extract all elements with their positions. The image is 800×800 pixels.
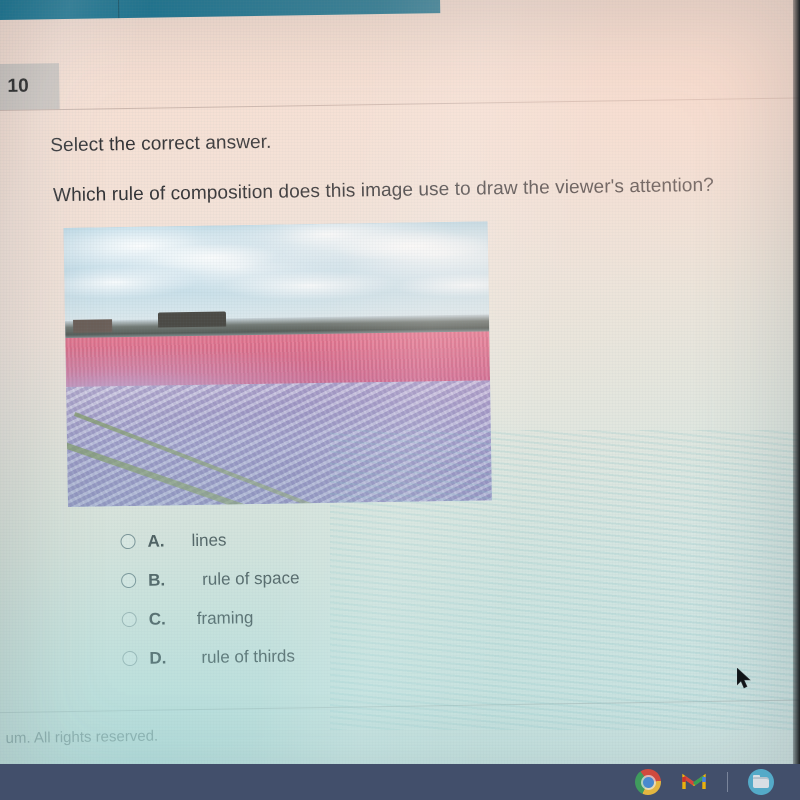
- screen-content-plane: 10 Select the correct answer. Which rule…: [0, 0, 800, 800]
- question-number-badge: 10: [0, 63, 60, 111]
- screenshot-root: 10 Select the correct answer. Which rule…: [0, 0, 800, 800]
- option-b[interactable]: B. rule of space: [121, 558, 300, 600]
- question-text: Which rule of composition does this imag…: [52, 174, 714, 207]
- option-a[interactable]: A. lines: [120, 519, 299, 561]
- gmail-m-glyph: [682, 773, 706, 789]
- question-number: 10: [7, 75, 30, 97]
- radio-button-a[interactable]: [120, 533, 136, 550]
- option-label-a: lines: [191, 530, 227, 550]
- footer-copyright: um. All rights reserved.: [5, 727, 159, 748]
- option-label-b: rule of space: [201, 567, 300, 589]
- band-divider: [0, 97, 800, 112]
- option-letter-b: B.: [147, 569, 166, 590]
- taskbar-separator: [727, 772, 728, 792]
- gmail-icon[interactable]: [681, 769, 707, 795]
- app-top-bar: [0, 0, 441, 21]
- question-number-band: 10: [0, 51, 800, 112]
- footer-divider: [0, 698, 800, 714]
- option-label-c: framing: [196, 607, 254, 628]
- option-label-d: rule of thirds: [201, 645, 296, 667]
- taskbar-icon-group: [635, 764, 774, 800]
- cursor-arrow-icon: [736, 667, 751, 689]
- os-taskbar: [0, 764, 800, 800]
- answer-options: A. lines B. rule of space C. framing D. …: [120, 519, 301, 678]
- chrome-icon[interactable]: [635, 769, 661, 795]
- option-letter-d: D.: [149, 647, 167, 668]
- question-image: [63, 221, 492, 507]
- files-icon[interactable]: [748, 769, 774, 795]
- radio-button-d[interactable]: [122, 650, 138, 667]
- option-letter-c: C.: [148, 608, 166, 629]
- option-c[interactable]: C. framing: [121, 597, 300, 639]
- option-letter-a: A.: [147, 530, 165, 551]
- image-lavender-texture: [66, 380, 492, 507]
- mouse-cursor: [736, 667, 751, 690]
- option-d[interactable]: D. rule of thirds: [122, 636, 301, 678]
- radio-button-c[interactable]: [121, 611, 137, 628]
- app-bar-divider: [117, 0, 120, 19]
- radio-button-b[interactable]: [121, 572, 137, 589]
- instruction-text: Select the correct answer.: [50, 131, 272, 157]
